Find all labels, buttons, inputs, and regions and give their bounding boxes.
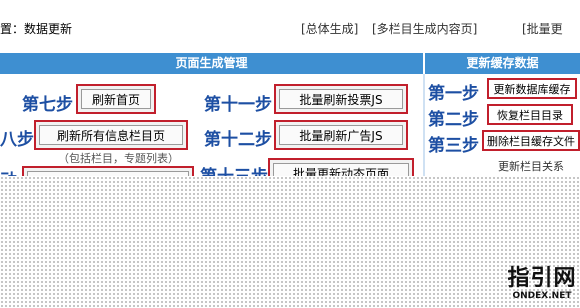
step-8-label: 八步 <box>0 130 34 150</box>
step-7-label: 第七步 <box>22 95 73 115</box>
breadcrumb: 置：数据更新 <box>0 22 73 36</box>
refresh-ads-js-button[interactable]: 批量刷新广告JS <box>274 120 408 150</box>
page-generation-header: 页面生成管理 <box>0 53 423 74</box>
cache-step-2-label: 第二步 <box>428 110 479 130</box>
multi-column-generate-link[interactable]: [多栏目生成内容页] <box>372 20 477 37</box>
update-db-cache-button[interactable]: 更新数据库缓存 <box>487 78 577 99</box>
delete-column-cache-button[interactable]: 删除栏目缓存文件 <box>482 130 580 151</box>
refresh-homepage-button-label: 刷新首页 <box>91 92 140 107</box>
restore-column-dir-button[interactable]: 恢复栏目目录 <box>487 104 573 125</box>
column-divider <box>423 74 425 176</box>
cache-step-3-label: 第三步 <box>428 136 479 156</box>
update-column-relations-link[interactable]: 更新栏目关系 <box>498 158 564 174</box>
refresh-all-columns-button[interactable]: 刷新所有信息栏目页 <box>34 120 188 150</box>
step-11-label: 第十一步 <box>204 95 272 115</box>
watermark-url: ONDEX.NET <box>512 291 572 301</box>
columns-note: （包括栏目，专题列表） <box>58 152 179 165</box>
dotted-overlay <box>0 176 580 308</box>
generate-all-link[interactable]: [总体生成] <box>301 20 358 37</box>
cache-step-1-label: 第一步 <box>428 84 479 104</box>
refresh-all-columns-button-label: 刷新所有信息栏目页 <box>56 128 165 143</box>
refresh-ads-js-button-label: 批量刷新广告JS <box>299 128 383 143</box>
top-bar: 置：数据更新 [总体生成] [多栏目生成内容页] [批量更 <box>0 0 580 48</box>
watermark-logo: 指引网 ONDEX.NET <box>506 266 578 306</box>
watermark-title: 指引网 <box>507 265 577 291</box>
refresh-vote-js-button-label: 批量刷新投票JS <box>299 92 383 107</box>
step-12-label: 第十二步 <box>204 130 272 150</box>
cache-update-header: 更新缓存数据 <box>425 53 580 74</box>
batch-update-link[interactable]: [批量更 <box>522 20 563 37</box>
refresh-vote-js-button[interactable]: 批量刷新投票JS <box>274 84 408 114</box>
refresh-homepage-button[interactable]: 刷新首页 <box>76 84 156 114</box>
